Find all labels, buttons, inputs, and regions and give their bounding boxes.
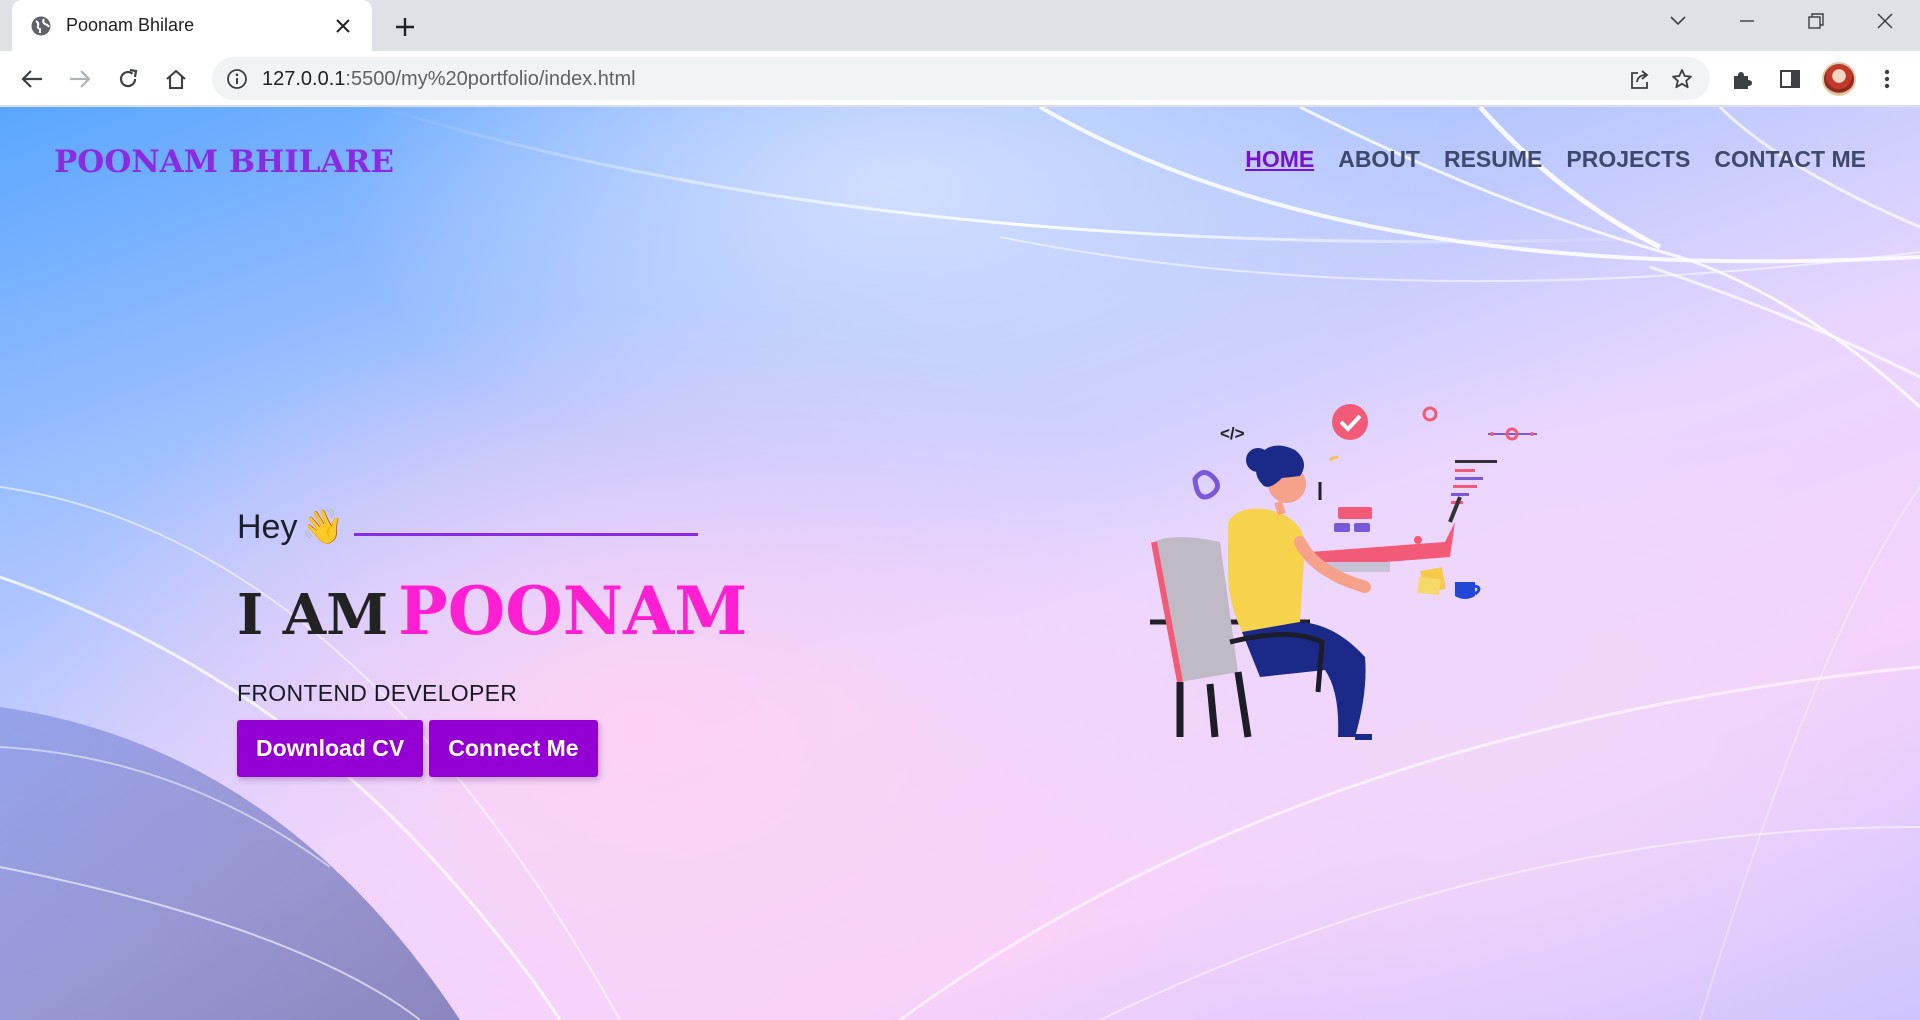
- back-arrow-icon[interactable]: [14, 61, 50, 97]
- blob-shape-icon: [1192, 470, 1220, 500]
- browser-toolbar: 127.0.0.1:5500/my%20portfolio/index.html: [0, 51, 1920, 106]
- greeting-row: Hey 👋: [237, 507, 698, 547]
- page-viewport: POONAM BHILARE HOME ABOUT RESUME PROJECT…: [0, 107, 1920, 1020]
- greeting-underline: [353, 532, 698, 536]
- url-path: :5500/my%20portfolio/index.html: [345, 68, 636, 90]
- hero-buttons: Download CV Connect Me: [237, 720, 598, 777]
- globe-icon: [30, 15, 52, 37]
- greeting-text: Hey: [237, 507, 298, 546]
- restore-icon[interactable]: [1798, 6, 1834, 36]
- hero-role: FRONTEND DEVELOPER: [237, 680, 518, 706]
- nav-home[interactable]: HOME: [1245, 146, 1314, 173]
- download-cv-button[interactable]: Download CV: [237, 720, 424, 777]
- bookmark-star-icon[interactable]: [1668, 65, 1696, 93]
- side-panel-icon[interactable]: [1772, 61, 1808, 97]
- tab-search-chevron-icon[interactable]: [1660, 6, 1696, 36]
- minimize-icon[interactable]: [1729, 6, 1765, 36]
- developer-illustration: </>: [1150, 404, 1537, 740]
- close-tab-icon[interactable]: [330, 13, 356, 39]
- profile-avatar[interactable]: [1822, 62, 1856, 96]
- background-waves: [0, 107, 1920, 1020]
- forward-arrow-icon[interactable]: [62, 61, 98, 97]
- nav-contact-me[interactable]: CONTACT ME: [1714, 146, 1866, 173]
- url-host: 127.0.0.1: [262, 68, 346, 90]
- connect-me-button[interactable]: Connect Me: [429, 720, 598, 777]
- main-nav: HOME ABOUT RESUME PROJECTS CONTACT ME: [1245, 146, 1866, 173]
- slider-widget-icon: [1488, 427, 1537, 441]
- extensions-puzzle-icon[interactable]: [1724, 61, 1760, 97]
- code-tag-text: </>: [1220, 424, 1245, 443]
- hero-intro: I AM: [237, 582, 389, 648]
- small-ring-icon: [1422, 406, 1438, 422]
- share-icon[interactable]: [1626, 65, 1654, 93]
- address-bar[interactable]: 127.0.0.1:5500/my%20portfolio/index.html: [212, 57, 1710, 100]
- browser-tab[interactable]: Poonam Bhilare: [12, 0, 372, 51]
- home-icon[interactable]: [158, 61, 194, 97]
- more-menu-icon[interactable]: [1869, 61, 1905, 97]
- tab-title: Poonam Bhilare: [66, 15, 195, 35]
- ui-cards-icon: [1334, 507, 1372, 532]
- hero-name: POONAM: [398, 572, 748, 650]
- url-text[interactable]: 127.0.0.1:5500/my%20portfolio/index.html: [262, 68, 636, 91]
- close-window-icon[interactable]: [1867, 6, 1903, 36]
- tab-strip: Poonam Bhilare: [0, 0, 1920, 51]
- nav-resume[interactable]: RESUME: [1444, 146, 1542, 173]
- hero-headline: I AM POONAM: [237, 572, 747, 650]
- check-badge-icon: [1332, 404, 1368, 440]
- nav-about[interactable]: ABOUT: [1338, 146, 1420, 173]
- site-info-icon[interactable]: [224, 66, 250, 92]
- site-logo[interactable]: POONAM BHILARE: [54, 144, 394, 180]
- waving-hand-icon: 👋: [301, 508, 344, 546]
- nav-projects[interactable]: PROJECTS: [1566, 146, 1690, 173]
- reload-icon[interactable]: [110, 61, 146, 97]
- new-tab-button[interactable]: [390, 12, 420, 42]
